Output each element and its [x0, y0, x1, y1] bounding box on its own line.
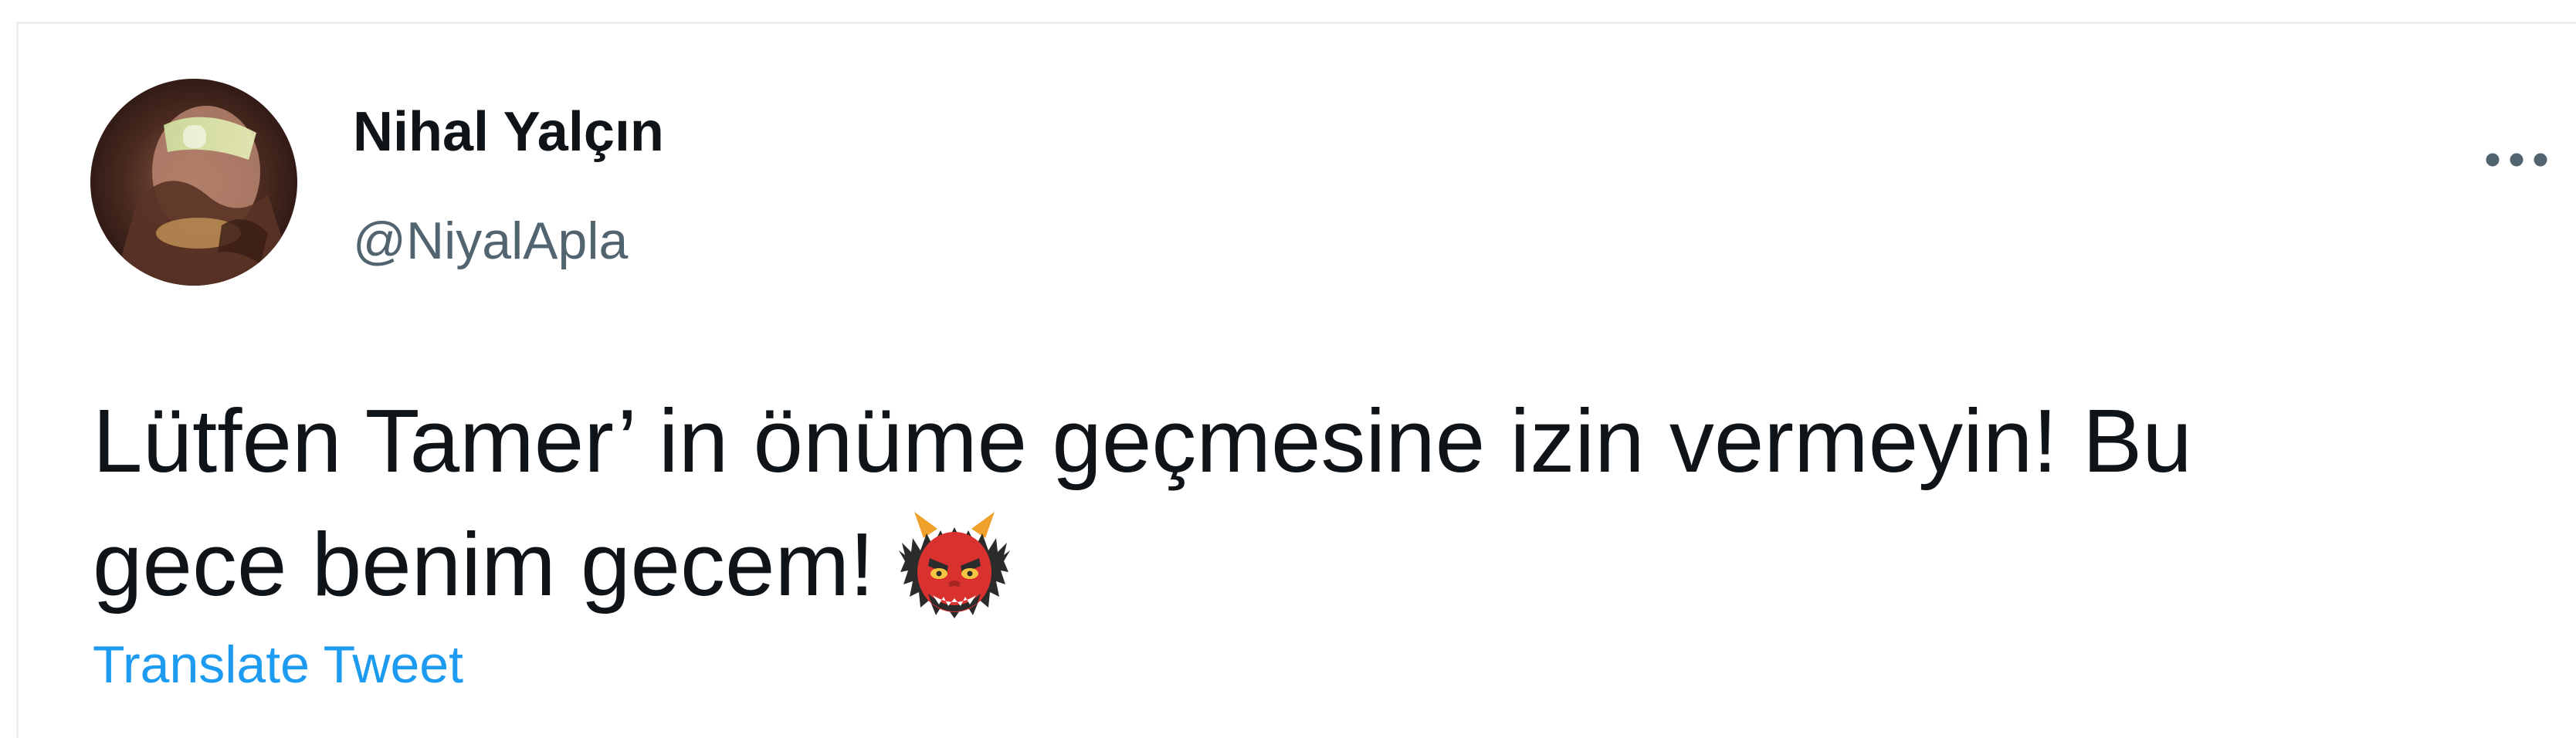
- tweet-text-line: Lütfen Tamer’ in önüme geçmesine izin ve…: [93, 391, 2192, 491]
- tweet-text: Lütfen Tamer’ in önüme geçmesine izin ve…: [93, 379, 2525, 626]
- author-display-name[interactable]: Nihal Yalçın: [353, 97, 664, 167]
- tweet-text-line-content: gece benim gecem!: [93, 514, 875, 614]
- avatar[interactable]: [90, 79, 297, 286]
- author-handle[interactable]: @NiyalApla: [353, 206, 628, 276]
- ogre-icon: [899, 512, 1011, 618]
- more-options-button[interactable]: [2474, 125, 2559, 195]
- more-horizontal-icon: [2486, 153, 2547, 167]
- tweet-text-line-2: gece benim gecem!: [93, 503, 2525, 626]
- page: Nihal Yalçın @NiyalApla Lütfen Tamer’ in…: [0, 0, 2576, 738]
- translate-tweet-link[interactable]: Translate Tweet: [93, 630, 463, 699]
- tweet-card[interactable]: Nihal Yalçın @NiyalApla Lütfen Tamer’ in…: [16, 22, 2576, 738]
- avatar-image: [90, 79, 297, 286]
